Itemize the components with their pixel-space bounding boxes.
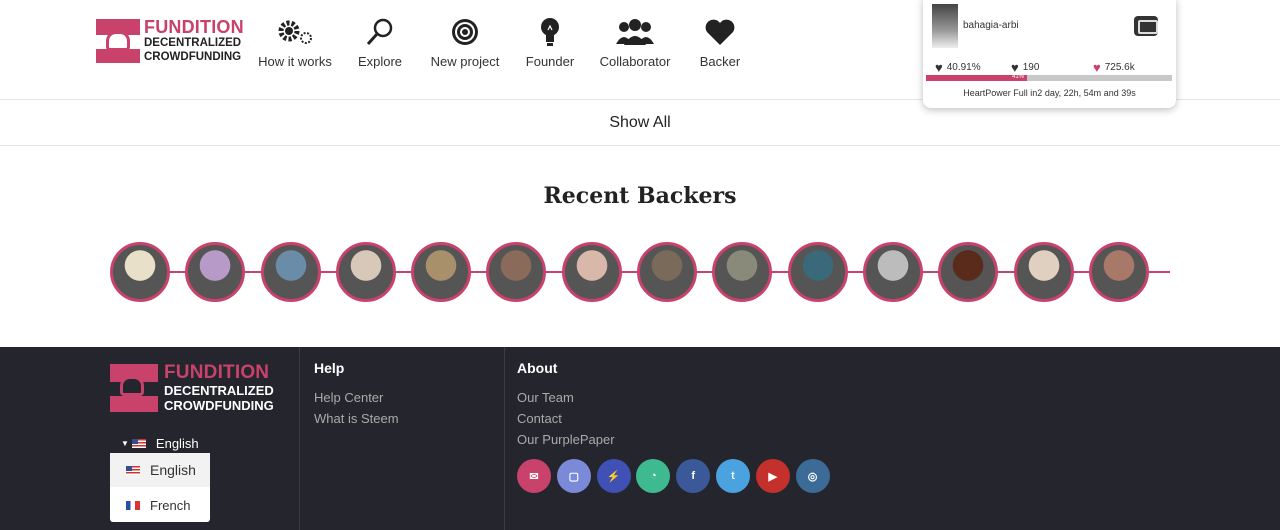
stat-value: 40.91%	[946, 62, 981, 73]
footer-brand: FUNDITION	[164, 362, 270, 383]
nav-backer[interactable]: Backer	[680, 14, 760, 69]
backer-avatar[interactable]	[862, 242, 923, 302]
heart-icon: ♥	[1093, 60, 1101, 75]
fr-flag-icon	[126, 500, 140, 510]
stat-value: 725.6k	[1104, 62, 1135, 73]
logo-brand: FUNDITION	[144, 17, 244, 37]
footer-divider	[504, 347, 505, 530]
heartpower-status: HeartPower Full in2 day, 22h, 54m and 39…	[963, 88, 1136, 98]
language-option-english[interactable]: English	[110, 453, 210, 487]
us-flag-icon	[126, 465, 140, 475]
backer-avatar[interactable]	[486, 242, 547, 302]
language-dropdown: English French	[110, 453, 210, 522]
about-title: About	[517, 360, 558, 376]
nav-label: Explore	[357, 54, 403, 69]
caret-down-icon: ▼	[121, 439, 129, 448]
gears-icon	[275, 14, 315, 50]
wallet-icon[interactable]	[1134, 16, 1158, 36]
backer-avatar[interactable]	[185, 242, 246, 302]
user-card: bahagia-arbi ♥ 40.91% ♥ 190 ♥ 725.6k 41%…	[923, 0, 1176, 108]
username[interactable]: bahagia-arbi	[963, 20, 1019, 31]
youtube-icon[interactable]: ▶	[755, 459, 790, 493]
nav-label: Backer	[699, 54, 741, 69]
stat-heartpower: ♥ 40.91%	[935, 60, 1011, 75]
handshake-logo-icon	[96, 18, 140, 63]
our-team-link[interactable]: Our Team	[517, 390, 574, 405]
avatar[interactable]	[932, 4, 958, 48]
nav-label: New project	[430, 54, 500, 69]
language-current: English	[155, 436, 199, 451]
nav-label: Founder	[525, 54, 575, 69]
nav-label: Collaborator	[599, 54, 671, 69]
stat-value: 190	[1022, 62, 1040, 73]
backer-avatar[interactable]	[637, 242, 698, 302]
logo-tagline-2: CROWDFUNDING	[144, 50, 242, 63]
group-icon	[616, 14, 654, 50]
twitter-icon[interactable]: t	[715, 459, 750, 493]
backer-avatar[interactable]	[787, 242, 848, 302]
footer-logo[interactable]: FUNDITION DECENTRALIZED CROWDFUNDING	[110, 363, 274, 412]
backer-avatar[interactable]	[712, 242, 773, 302]
help-center-link[interactable]: Help Center	[314, 390, 383, 405]
language-option-label: French	[150, 497, 191, 513]
facebook-icon[interactable]: f	[676, 459, 711, 493]
nav-label: How it works	[258, 54, 332, 69]
nav-founder[interactable]: Founder	[510, 14, 590, 69]
heart-icon: ♥	[935, 60, 943, 75]
site-header: FUNDITION DECENTRALIZED CROWDFUNDING How…	[0, 0, 1280, 108]
help-title: Help	[314, 360, 345, 376]
what-is-steem-link[interactable]: What is Steem	[314, 411, 399, 426]
language-option-label: English	[150, 462, 196, 478]
site-footer: FUNDITION DECENTRALIZED CROWDFUNDING ▼ E…	[0, 347, 1280, 530]
nav-new-project[interactable]: New project	[420, 14, 510, 69]
backer-avatar[interactable]	[561, 242, 622, 302]
comment-icon[interactable]: ◔	[636, 459, 671, 493]
purplepaper-link[interactable]: Our PurplePaper	[517, 432, 615, 447]
target-icon	[450, 14, 480, 50]
footer-tagline-2: CROWDFUNDING	[164, 398, 274, 413]
main-nav: How it works Explore New project Founder…	[250, 14, 760, 69]
contact-link[interactable]: Contact	[517, 411, 562, 426]
chat-icon[interactable]: ▢	[556, 459, 591, 493]
recent-backers-title: Recent Backers	[543, 183, 737, 209]
backer-avatar[interactable]	[335, 242, 396, 302]
stat-hearts: ♥ 190	[1011, 60, 1093, 75]
email-icon[interactable]: ✉	[517, 459, 551, 493]
search-icon	[365, 14, 395, 50]
backer-avatar[interactable]	[938, 242, 999, 302]
footer-divider	[299, 347, 300, 530]
backer-avatar[interactable]	[110, 242, 170, 302]
handshake-logo-icon	[110, 363, 158, 412]
backer-avatar[interactable]	[260, 242, 321, 302]
language-option-french[interactable]: French	[110, 488, 210, 522]
language-selector[interactable]: ▼ English	[121, 436, 199, 451]
logo-tagline-1: DECENTRALIZED	[144, 37, 242, 49]
nav-collaborator[interactable]: Collaborator	[590, 14, 680, 69]
show-all-button[interactable]: Show All	[0, 100, 1280, 146]
footer-tagline-1: DECENTRALIZED	[164, 383, 274, 398]
us-flag-icon	[131, 439, 146, 448]
nav-how-it-works[interactable]: How it works	[250, 14, 340, 69]
steemit-icon[interactable]: ⚡	[596, 459, 631, 493]
fundition-logo[interactable]: FUNDITION DECENTRALIZED CROWDFUNDING	[96, 18, 244, 63]
heart-icon: ♥	[1011, 60, 1019, 75]
backer-avatar[interactable]	[411, 242, 472, 302]
user-stats: ♥ 40.91% ♥ 190 ♥ 725.6k	[935, 60, 1165, 75]
heartpower-bar: 41%	[926, 74, 1172, 81]
stat-power: ♥ 725.6k	[1093, 60, 1135, 75]
heart-icon	[704, 14, 736, 50]
heartpower-percent: 41%	[1012, 74, 1025, 80]
social-links: ✉ ▢ ⚡ ◔ f t ▶ ◎	[517, 459, 835, 493]
backer-avatar[interactable]	[1088, 242, 1149, 302]
backer-avatar[interactable]	[1013, 242, 1074, 302]
backers-list	[110, 242, 1164, 302]
lightbulb-icon	[538, 14, 562, 50]
instagram-icon[interactable]: ◎	[795, 459, 830, 493]
nav-explore[interactable]: Explore	[340, 14, 420, 69]
